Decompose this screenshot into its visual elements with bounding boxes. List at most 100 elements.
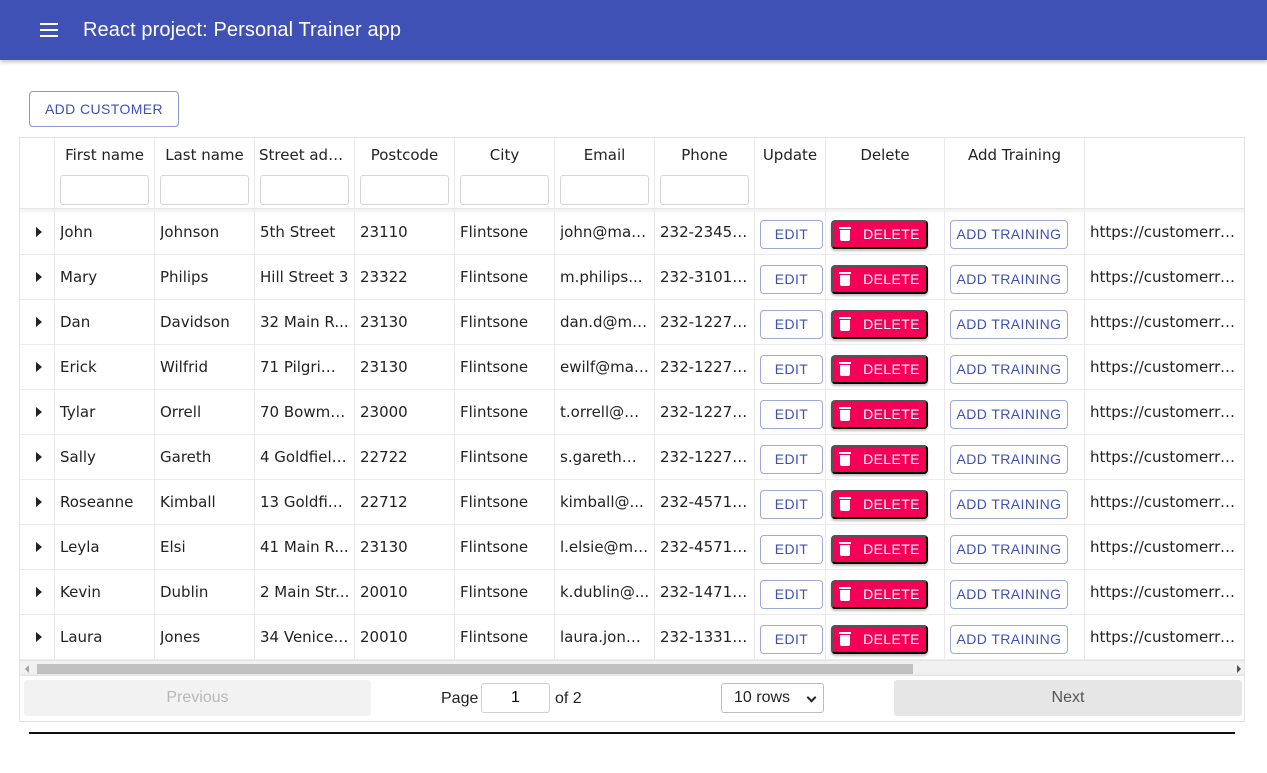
delete-button[interactable]: DELETE	[831, 624, 928, 654]
expand-caret-icon[interactable]	[36, 632, 42, 642]
column-filter-input[interactable]	[160, 175, 249, 205]
add-training-button[interactable]: ADD TRAINING	[950, 534, 1068, 564]
column-header[interactable]: Email	[555, 138, 655, 172]
delete-button[interactable]: DELETE	[831, 264, 928, 294]
page-number-input[interactable]	[481, 683, 550, 713]
customer-link[interactable]: https://customerrest.h	[1090, 268, 1244, 286]
add-training-button[interactable]: ADD TRAINING	[950, 579, 1068, 609]
column-header[interactable]: Street add...	[255, 138, 355, 172]
cell-first-value: Laura	[60, 628, 103, 646]
column-filter-input[interactable]	[60, 175, 149, 205]
table-row: Erick Wilfrid 71 Pilgrim ... 23130 Flintsone…	[20, 345, 1244, 390]
delete-button[interactable]: DELETE	[831, 579, 928, 609]
edit-button[interactable]: EDIT	[760, 489, 823, 519]
edit-button[interactable]: EDIT	[760, 309, 823, 339]
cell-street-value: 13 Goldfiel...	[260, 493, 354, 511]
edit-button[interactable]: EDIT	[760, 264, 823, 294]
cell-first: Tylar	[55, 390, 155, 434]
add-training-button[interactable]: ADD TRAINING	[950, 444, 1068, 474]
add-training-button[interactable]: ADD TRAINING	[950, 219, 1068, 249]
edit-button[interactable]: EDIT	[760, 579, 823, 609]
customer-link[interactable]: https://customerrest.h	[1090, 448, 1244, 466]
edit-button[interactable]: EDIT	[760, 219, 823, 249]
delete-button[interactable]: DELETE	[831, 399, 928, 429]
edit-button[interactable]: EDIT	[760, 354, 823, 384]
filter-cell	[1085, 172, 1244, 208]
column-header[interactable]	[1085, 138, 1244, 172]
table-row: Tylar Orrell 70 Bowma... 23000 Flintsone t.or…	[20, 390, 1244, 435]
customer-link[interactable]: https://customerrest.h	[1090, 403, 1244, 421]
cell-city: Flintsone	[455, 525, 555, 569]
column-header[interactable]: First name	[55, 138, 155, 172]
cell-add-training: ADD TRAINING	[945, 300, 1085, 344]
add-training-button[interactable]: ADD TRAINING	[950, 309, 1068, 339]
edit-button[interactable]: EDIT	[760, 534, 823, 564]
add-customer-button[interactable]: ADD CUSTOMER	[29, 91, 179, 127]
column-filter-input[interactable]	[660, 175, 749, 205]
add-training-button[interactable]: ADD TRAINING	[950, 624, 1068, 654]
column-header[interactable]: Delete	[826, 138, 945, 172]
cell-add-training: ADD TRAINING	[945, 210, 1085, 254]
expand-caret-icon[interactable]	[36, 362, 42, 372]
scroll-right-icon[interactable]	[1237, 665, 1241, 673]
expand-row-cell	[20, 480, 55, 524]
delete-button[interactable]: DELETE	[831, 354, 928, 384]
delete-button[interactable]: DELETE	[831, 444, 928, 474]
column-header[interactable]: Update	[755, 138, 826, 172]
scroll-left-icon[interactable]	[25, 665, 29, 673]
edit-button[interactable]: EDIT	[760, 399, 823, 429]
delete-button[interactable]: DELETE	[831, 534, 928, 564]
column-filter-input[interactable]	[560, 175, 649, 205]
customer-link[interactable]: https://customerrest.h	[1090, 223, 1244, 241]
column-header-label: Email	[583, 146, 626, 164]
expand-caret-icon[interactable]	[36, 407, 42, 417]
column-filter-input[interactable]	[260, 175, 349, 205]
cell-email: laura.jones...	[555, 615, 655, 659]
expand-caret-icon[interactable]	[36, 227, 42, 237]
column-header[interactable]: City	[455, 138, 555, 172]
customer-link[interactable]: https://customerrest.h	[1090, 493, 1244, 511]
horizontal-scrollbar[interactable]	[20, 660, 1244, 676]
cell-last: Orrell	[155, 390, 255, 434]
column-filter-input[interactable]	[360, 175, 449, 205]
add-training-button[interactable]: ADD TRAINING	[950, 489, 1068, 519]
add-training-button[interactable]: ADD TRAINING	[950, 399, 1068, 429]
customer-link[interactable]: https://customerrest.h	[1090, 358, 1244, 376]
next-page-button[interactable]: Next	[894, 680, 1242, 716]
add-training-button[interactable]: ADD TRAINING	[950, 354, 1068, 384]
column-header[interactable]: Postcode	[355, 138, 455, 172]
rows-per-page-select[interactable]: 10 rows	[721, 683, 824, 713]
column-header-label: Last name	[165, 146, 244, 164]
column-filter-input[interactable]	[460, 175, 549, 205]
delete-button[interactable]: DELETE	[831, 489, 928, 519]
cell-phone: 232-457133	[655, 525, 755, 569]
cell-city: Flintsone	[455, 345, 555, 389]
table-header-row: First name Last name Street add... Postcode…	[20, 138, 1244, 172]
cell-last-value: Philips	[160, 268, 209, 286]
delete-button[interactable]: DELETE	[831, 219, 928, 249]
edit-button[interactable]: EDIT	[760, 444, 823, 474]
expand-caret-icon[interactable]	[36, 542, 42, 552]
expand-caret-icon[interactable]	[36, 272, 42, 282]
cell-phone: 232-133147	[655, 615, 755, 659]
delete-button[interactable]: DELETE	[831, 309, 928, 339]
edit-button[interactable]: EDIT	[760, 624, 823, 654]
add-training-button[interactable]: ADD TRAINING	[950, 264, 1068, 294]
expand-caret-icon[interactable]	[36, 317, 42, 327]
column-header[interactable]: Add Training	[945, 138, 1085, 172]
column-header[interactable]: Phone	[655, 138, 755, 172]
filter-cell	[555, 172, 655, 208]
delete-button-label: DELETE	[863, 496, 920, 512]
column-header[interactable]: Last name	[155, 138, 255, 172]
previous-page-button[interactable]: Previous	[24, 680, 371, 716]
expand-caret-icon[interactable]	[36, 587, 42, 597]
customer-link[interactable]: https://customerrest.h	[1090, 583, 1244, 601]
customer-link[interactable]: https://customerrest.h	[1090, 628, 1244, 646]
customer-link[interactable]: https://customerrest.h	[1090, 313, 1244, 331]
scrollbar-thumb[interactable]	[37, 664, 913, 674]
cell-last-value: Wilfrid	[160, 358, 208, 376]
expand-caret-icon[interactable]	[36, 452, 42, 462]
menu-icon[interactable]	[40, 18, 64, 42]
customer-link[interactable]: https://customerrest.h	[1090, 538, 1244, 556]
expand-caret-icon[interactable]	[36, 497, 42, 507]
